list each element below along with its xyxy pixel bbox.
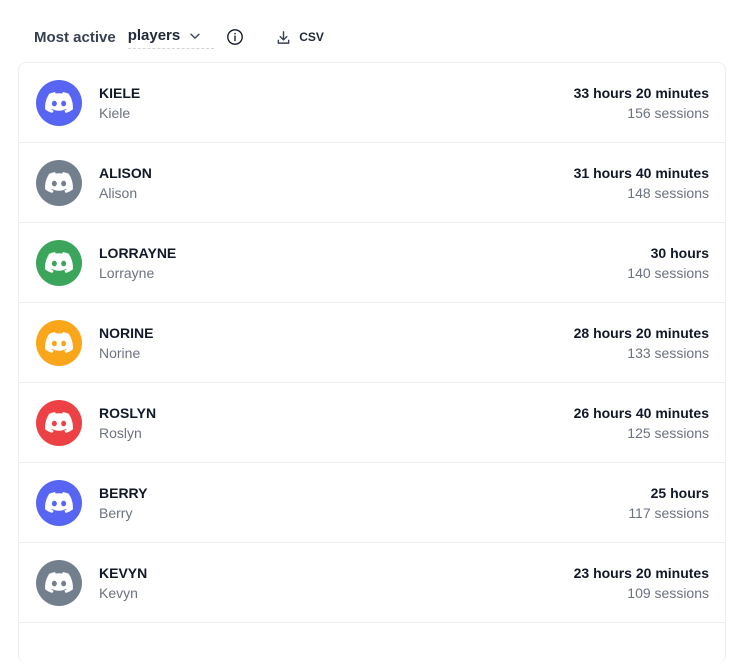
session-count: 140 sessions	[627, 264, 709, 281]
most-active-label: Most active	[34, 28, 116, 46]
discord-logo-icon	[45, 91, 73, 113]
player-names: BERRY Berry	[99, 483, 148, 523]
player-username: Kevyn	[99, 584, 138, 601]
info-icon[interactable]	[226, 28, 244, 46]
play-duration: 26 hours 40 minutes	[573, 404, 709, 421]
player-display-name: LORRAYNE	[99, 244, 177, 261]
player-username: Berry	[99, 504, 133, 521]
entity-selector-dropdown[interactable]: players	[127, 25, 215, 49]
play-duration: 33 hours 20 minutes	[573, 84, 709, 101]
player-names: NORINE Norine	[99, 323, 153, 363]
player-row[interactable]: ROSLYN Roslyn 26 hours 40 minutes 125 se…	[19, 383, 725, 463]
player-stats: 23 hours 20 minutes 109 sessions	[574, 563, 709, 603]
session-count: 156 sessions	[627, 104, 709, 121]
session-count: 117 sessions	[628, 504, 709, 521]
player-username: Alison	[99, 184, 138, 201]
player-stats: 28 hours 20 minutes 133 sessions	[574, 323, 709, 363]
player-row[interactable]: ALISON Alison 31 hours 40 minutes 148 se…	[19, 143, 725, 223]
play-duration: 23 hours 20 minutes	[573, 564, 709, 581]
player-display-name: KEVYN	[99, 564, 148, 581]
player-names: KEVYN Kevyn	[99, 563, 147, 603]
csv-label: CSV	[299, 30, 324, 44]
most-active-players-list: KIELE Kiele 33 hours 20 minutes 156 sess…	[18, 62, 726, 663]
chevron-down-icon	[190, 33, 200, 39]
play-duration: 28 hours 20 minutes	[573, 324, 709, 341]
player-row[interactable]: KIELE Kiele 33 hours 20 minutes 156 sess…	[19, 63, 725, 143]
player-avatar	[36, 239, 82, 286]
player-names: KIELE Kiele	[99, 83, 140, 123]
player-username: Roslyn	[99, 424, 142, 441]
toolbar: Most active players CSV	[34, 22, 324, 52]
player-username: Norine	[99, 344, 141, 361]
session-count: 133 sessions	[627, 344, 709, 361]
player-avatar	[36, 79, 82, 126]
discord-logo-icon	[45, 411, 73, 433]
csv-download-button[interactable]: CSV	[276, 30, 324, 45]
player-names: ALISON Alison	[99, 163, 152, 203]
player-avatar	[36, 319, 82, 366]
player-display-name: ROSLYN	[99, 404, 157, 421]
play-duration: 30 hours	[650, 244, 709, 261]
player-row[interactable]: NORINE Norine 28 hours 20 minutes 133 se…	[19, 303, 725, 383]
player-avatar	[36, 559, 82, 606]
player-stats: 33 hours 20 minutes 156 sessions	[574, 83, 709, 123]
player-names: LORRAYNE Lorrayne	[99, 243, 176, 283]
player-avatar	[36, 399, 82, 446]
discord-logo-icon	[45, 171, 73, 193]
player-stats: 31 hours 40 minutes 148 sessions	[574, 163, 709, 203]
player-username: Lorrayne	[99, 264, 155, 281]
player-row[interactable]: BERRY Berry 25 hours 117 sessions	[19, 463, 725, 543]
discord-logo-icon	[45, 251, 73, 273]
player-stats: 25 hours 117 sessions	[628, 483, 709, 523]
player-display-name: NORINE	[99, 324, 154, 341]
player-stats: 26 hours 40 minutes 125 sessions	[574, 403, 709, 443]
session-count: 109 sessions	[627, 584, 709, 601]
player-names: ROSLYN Roslyn	[99, 403, 156, 443]
discord-logo-icon	[45, 491, 73, 513]
play-duration: 25 hours	[650, 484, 709, 501]
download-icon	[277, 30, 290, 44]
player-display-name: KIELE	[99, 84, 141, 101]
player-row[interactable]: LORRAYNE Lorrayne 30 hours 140 sessions	[19, 223, 725, 303]
player-stats: 30 hours 140 sessions	[627, 243, 709, 283]
session-count: 148 sessions	[627, 184, 709, 201]
player-avatar	[36, 479, 82, 526]
play-duration: 31 hours 40 minutes	[573, 164, 709, 181]
session-count: 125 sessions	[627, 424, 709, 441]
player-avatar	[36, 159, 82, 206]
player-display-name: ALISON	[99, 164, 152, 181]
player-row[interactable]: KEVYN Kevyn 23 hours 20 minutes 109 sess…	[19, 543, 725, 623]
discord-logo-icon	[45, 331, 73, 353]
discord-logo-icon	[45, 571, 73, 593]
player-username: Kiele	[99, 104, 131, 121]
player-display-name: BERRY	[99, 484, 148, 501]
selector-value: players	[127, 27, 181, 44]
